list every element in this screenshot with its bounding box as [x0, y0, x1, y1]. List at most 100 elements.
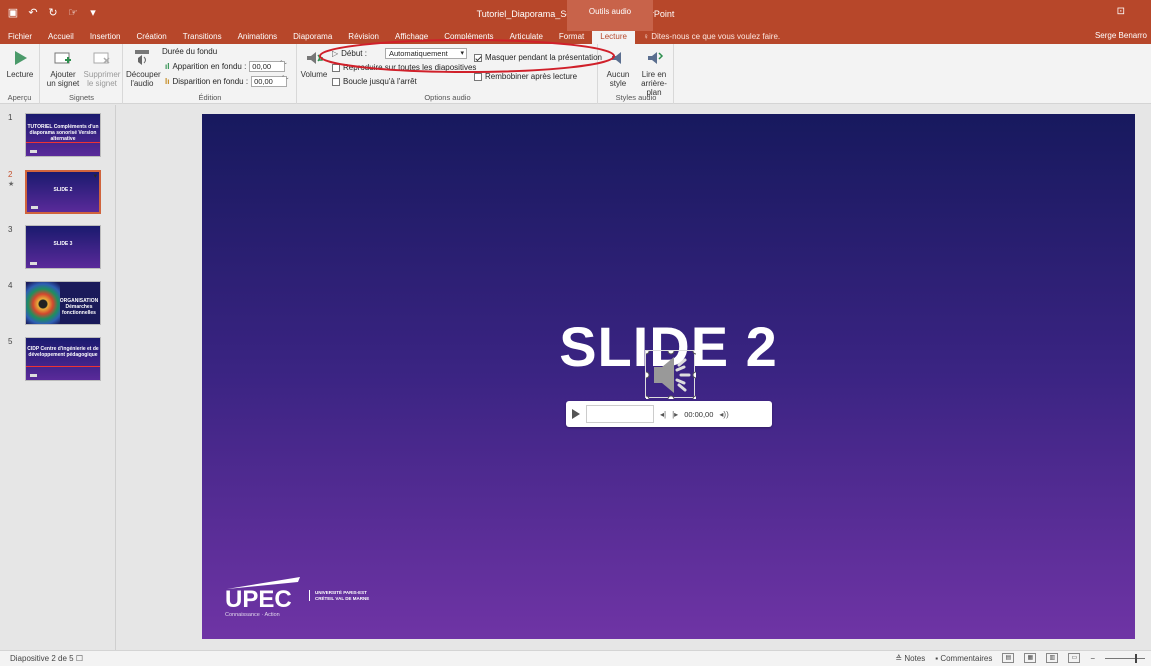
tab-accueil[interactable]: Accueil — [40, 31, 82, 44]
thumbnail-title: TUTORIEL Compléments d'un diaporama sono… — [27, 124, 99, 142]
play-background-icon — [644, 48, 664, 68]
thumbnail-title: SLIDE 2 — [53, 187, 73, 193]
loop-row[interactable]: Boucle jusqu'à l'arrêt — [332, 77, 417, 86]
slide-number: 2 — [8, 170, 13, 179]
trim-audio-icon — [132, 48, 152, 68]
fade-in-icon: ıl — [165, 62, 170, 71]
remove-bookmark-button[interactable]: Supprimer le signet — [83, 48, 121, 88]
fade-out-row: lı Disparition en fondu : 00,00 — [165, 76, 288, 87]
player-volume-icon[interactable]: ◂)) — [719, 410, 728, 419]
group-label-edition: Édition — [198, 93, 222, 102]
status-right: ≙ Notes ▪ Commentaires ▤ ▦ ▥ ▭ − — [895, 653, 1145, 663]
player-time: 00:00,00 — [684, 409, 714, 419]
player-back-icon[interactable]: ◂| — [660, 410, 666, 419]
zoom-slider[interactable] — [1105, 653, 1145, 663]
fade-in-row: ıl Apparition en fondu : 00,00 — [165, 61, 286, 72]
tab-transitions[interactable]: Transitions — [175, 31, 230, 44]
slide-number: 1 — [8, 113, 13, 122]
upec-logo: UPEC Connaissance · Action UNIVERSITÉ PA… — [225, 574, 385, 622]
logo-university: UNIVERSITÉ PARIS-EST CRÉTEIL VAL DE MARN… — [309, 590, 385, 601]
title-bar: ▣ ↶ ↻ ☞ ▾ Tutoriel_Diaporama_Sonorise2.p… — [0, 0, 1151, 31]
group-label-styles-audio: Styles audio — [615, 93, 657, 102]
add-bookmark-button[interactable]: Ajouter un signet — [45, 48, 81, 88]
group-edition: Découper l'audio Durée du fondu ıl Appar… — [124, 44, 297, 104]
tab-animations[interactable]: Animations — [230, 31, 286, 44]
player-play-icon[interactable] — [572, 409, 580, 419]
trim-audio-button[interactable]: Découper l'audio — [126, 48, 161, 88]
thumbnail-logo — [31, 206, 38, 209]
slideshow-view-icon[interactable]: ▭ — [1068, 653, 1081, 663]
tell-me-text: Dites-nous ce que vous voulez faire. — [651, 32, 781, 41]
audio-player-bar: ◂| |▸ 00:00,00 ◂)) — [566, 401, 772, 427]
lecture-label: Lecture — [6, 70, 34, 79]
notes-label: Notes — [904, 653, 926, 663]
highlight-ellipse — [319, 39, 615, 73]
lecture-button[interactable]: Lecture — [4, 48, 36, 79]
logo-text: UPEC — [225, 586, 292, 613]
add-bookmark-icon — [53, 48, 73, 68]
group-label-options-audio: Options audio — [424, 93, 471, 102]
user-name[interactable]: Serge Benarro — [1095, 31, 1147, 40]
slide-editing-area: SLIDE 2 ◂| |▸ 00:00,00 ◂)) UPEC Connaiss… — [117, 105, 1151, 650]
fade-in-label: Apparition en fondu : — [172, 62, 247, 71]
group-signets: Ajouter un signet Supprimer le signet Si… — [41, 44, 123, 104]
slide-sorter-icon[interactable]: ▦ — [1024, 653, 1037, 663]
slide-count: Diapositive 2 de 5 — [10, 654, 74, 663]
speaker-icon — [642, 347, 700, 403]
remove-bookmark-icon — [92, 48, 112, 68]
audio-object[interactable] — [642, 347, 700, 403]
tab-creation[interactable]: Création — [129, 31, 175, 44]
tab-insertion[interactable]: Insertion — [82, 31, 129, 44]
slide-thumbnail[interactable]: TUTORIEL Compléments d'un diaporama sono… — [25, 113, 101, 157]
loop-label: Boucle jusqu'à l'arrêt — [343, 77, 417, 86]
slide-number: 3 — [8, 225, 13, 234]
slide-number: 4 — [8, 281, 13, 290]
play-icon — [10, 48, 30, 68]
tab-fichier[interactable]: Fichier — [0, 31, 40, 44]
slide-thumbnails-pane: 1 TUTORIEL Compléments d'un diaporama so… — [0, 105, 116, 650]
thumbnail-line — [26, 366, 100, 367]
ribbon-display-icon[interactable]: ⊡ — [1117, 6, 1125, 17]
comments-label: Commentaires — [940, 653, 993, 663]
zoom-out-icon[interactable]: − — [1090, 654, 1095, 663]
player-progress-bar[interactable] — [586, 405, 654, 423]
remove-bookmark-label: Supprimer le signet — [83, 70, 121, 88]
player-forward-icon[interactable]: |▸ — [672, 410, 678, 419]
slide-thumbnail[interactable]: ORGANISATION Démarches fonctionnelles — [25, 281, 101, 325]
animation-star-icon: ★ — [8, 181, 15, 188]
slide-thumbnail[interactable]: SLIDE 3 — [25, 225, 101, 269]
loop-checkbox[interactable] — [332, 77, 340, 86]
audio-tools-context: Outils audio — [567, 0, 653, 31]
slide-canvas[interactable]: SLIDE 2 ◂| |▸ 00:00,00 ◂)) UPEC Connaiss… — [202, 114, 1135, 639]
group-apercu: Lecture Aperçu — [0, 44, 40, 104]
thumbnail-logo — [30, 262, 37, 265]
group-label-signets: Signets — [68, 93, 95, 102]
tell-me-box[interactable]: ♀ Dites-nous ce que vous voulez faire. — [635, 31, 788, 44]
fade-out-icon: lı — [165, 77, 170, 86]
lightbulb-icon: ♀ — [642, 32, 652, 41]
fade-out-spinner[interactable]: 00,00 — [251, 76, 288, 87]
fade-duration-title: Durée du fondu — [162, 47, 218, 56]
slide-number: 5 — [8, 337, 13, 346]
group-label-apercu: Aperçu — [7, 93, 32, 102]
status-bar: Diapositive 2 de 5 ☐ ≙ Notes ▪ Commentai… — [0, 650, 1151, 666]
trim-audio-label: Découper l'audio — [126, 70, 161, 88]
thumbnail-image — [26, 282, 60, 324]
logo-tagline: Connaissance · Action — [225, 612, 280, 618]
slide-thumbnail[interactable]: CIDP Centre d'ingénierie et de développe… — [25, 337, 101, 381]
slide-thumbnail-selected[interactable]: SLIDE 2 — [25, 170, 101, 214]
thumbnail-line — [26, 142, 100, 143]
thumbnail-title: CIDP Centre d'ingénierie et de développe… — [27, 346, 99, 358]
comments-button[interactable]: ▪ Commentaires — [935, 654, 992, 663]
play-in-background-button[interactable]: Lire en arrière-plan — [635, 48, 673, 97]
thumbnail-title: ORGANISATION Démarches fonctionnelles — [59, 298, 99, 316]
spellcheck-icon[interactable]: ☐ — [76, 654, 83, 663]
add-bookmark-label: Ajouter un signet — [46, 70, 80, 88]
status-slide-info: Diapositive 2 de 5 ☐ — [10, 654, 83, 663]
thumbnail-title: SLIDE 3 — [53, 241, 73, 247]
notes-button[interactable]: ≙ Notes — [895, 654, 925, 663]
fade-out-label: Disparition en fondu : — [172, 77, 249, 86]
normal-view-icon[interactable]: ▤ — [1002, 653, 1015, 663]
fade-in-spinner[interactable]: 00,00 — [249, 61, 286, 72]
reading-view-icon[interactable]: ▥ — [1046, 653, 1059, 663]
